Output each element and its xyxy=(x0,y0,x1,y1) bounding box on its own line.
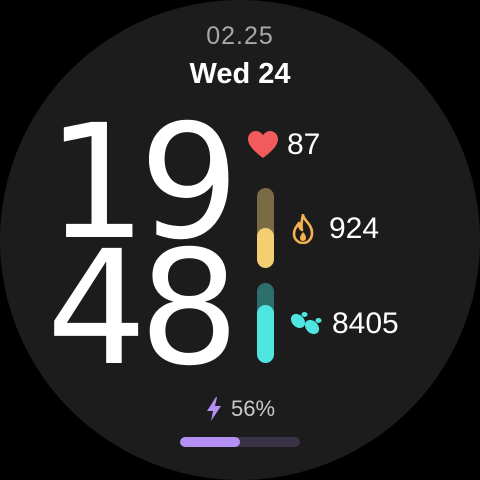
date-label: 02.25 xyxy=(206,22,274,50)
footsteps-icon xyxy=(289,310,323,338)
battery-progress-fill xyxy=(180,437,240,447)
steps-value: 8405 xyxy=(332,307,399,340)
steps-progress-bar xyxy=(257,283,274,363)
calories-complication[interactable]: 924 xyxy=(289,212,379,246)
heart-rate-value: 87 xyxy=(287,128,321,161)
flame-icon xyxy=(289,213,317,245)
steps-complication[interactable]: 8405 xyxy=(289,307,399,341)
battery-complication[interactable]: 56% xyxy=(0,396,480,422)
day-number-label: 24 xyxy=(258,58,291,90)
battery-progress-bar xyxy=(180,437,300,447)
clock-minutes: 48 xyxy=(46,217,239,401)
heart-rate-complication[interactable]: 87 xyxy=(247,128,320,162)
calories-progress-fill xyxy=(257,228,274,268)
calories-progress-bar xyxy=(257,188,274,268)
heart-icon xyxy=(247,129,279,161)
lightning-icon xyxy=(205,397,223,421)
watch-screen: 02.25 Wed 24 19 48 87 924 8405 56% xyxy=(0,0,480,480)
day-line: Wed 24 xyxy=(0,58,480,91)
battery-percent-label: 56% xyxy=(230,396,276,421)
calories-value: 924 xyxy=(329,212,380,245)
weekday-label: Wed xyxy=(189,58,251,90)
steps-progress-fill xyxy=(257,305,274,363)
